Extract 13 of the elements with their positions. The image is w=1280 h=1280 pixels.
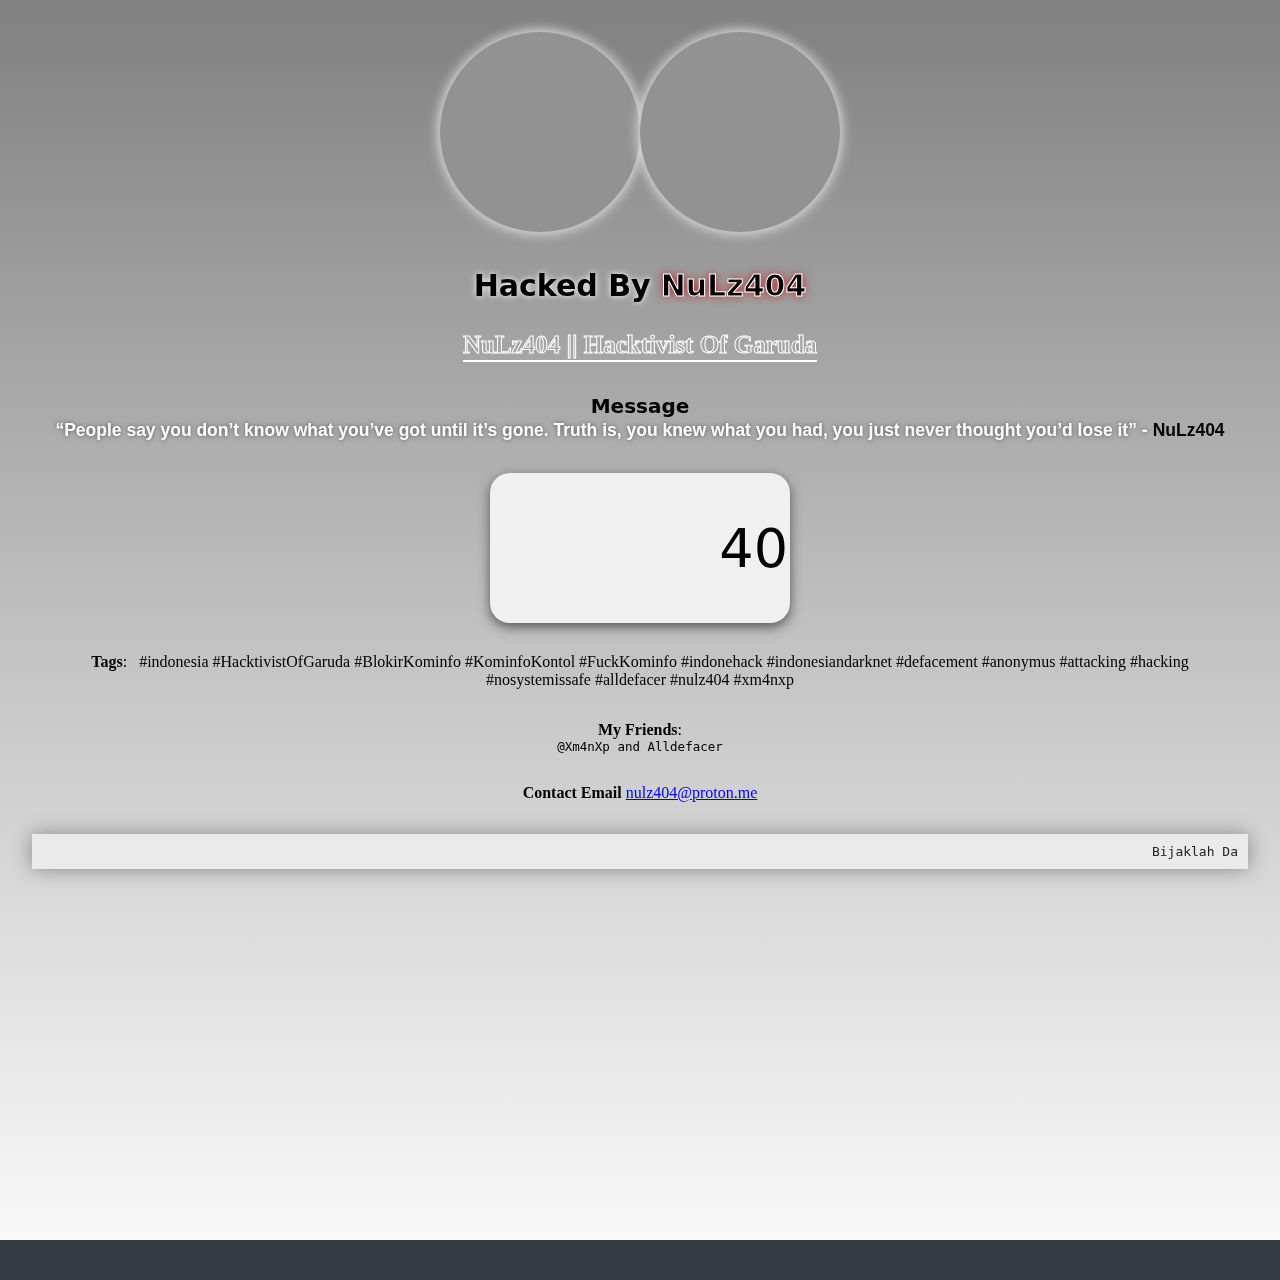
heading-text: Hacked By bbox=[473, 267, 651, 303]
tags-text: Tags: #indonesia #HacktivistOfGaruda #BlokirKominfo #KominfoKontol #FuckKominfo #indonehack #indonesiandarknet #defacement #anonymus #attacking #hacking #nosystemissafe #alldefacer #nulz404 #xm4nxp bbox=[90, 653, 1190, 689]
hacker-name: NuLz404 bbox=[660, 267, 807, 303]
friends-label: My Friends: bbox=[597, 721, 683, 739]
quote-author: NuLz404 bbox=[1152, 420, 1225, 441]
quote-text: “People say you don’t know what you’ve got until it’s gone. Truth is, you knew what you had, you just never thought you’d lose it” - bbox=[55, 420, 1148, 441]
subtitle: NuLz404 || Hacktivist Of Garuda bbox=[462, 330, 818, 362]
card-text: 40 bbox=[719, 516, 788, 580]
marquee-text: Bijaklah Da bbox=[1151, 844, 1238, 859]
contact-label: Contact Email bbox=[522, 784, 622, 802]
message-title: Message bbox=[590, 394, 690, 418]
email-link[interactable]: nulz404@proton.me bbox=[625, 784, 758, 802]
friends-names: @Xm4nXp and Alldefacer bbox=[557, 739, 723, 754]
